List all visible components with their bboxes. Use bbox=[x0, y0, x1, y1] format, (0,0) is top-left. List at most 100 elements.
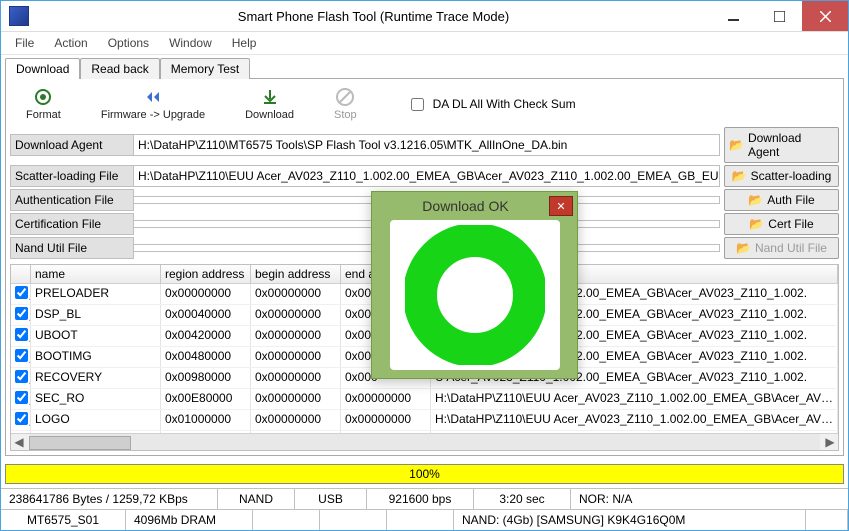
folder-icon: 📂 bbox=[736, 241, 751, 255]
folder-icon: 📂 bbox=[748, 193, 763, 207]
popup-close-button[interactable]: ✕ bbox=[549, 196, 573, 216]
row-checkbox[interactable] bbox=[15, 286, 28, 299]
row-checkbox[interactable] bbox=[15, 391, 28, 404]
row-checkbox[interactable] bbox=[15, 307, 28, 320]
tab-download[interactable]: Download bbox=[5, 58, 80, 79]
auth-label: Authentication File bbox=[10, 189, 134, 211]
maximize-button[interactable] bbox=[756, 1, 802, 31]
menu-help[interactable]: Help bbox=[224, 34, 265, 52]
cell-name: BOOTIMG bbox=[31, 347, 161, 367]
nand-browse-button: 📂Nand Util File bbox=[724, 237, 839, 259]
row-checkbox[interactable] bbox=[15, 412, 28, 425]
cell-name: DSP_BL bbox=[31, 305, 161, 325]
format-icon bbox=[33, 87, 53, 107]
app-window: Smart Phone Flash Tool (Runtime Trace Mo… bbox=[0, 0, 849, 531]
menu-window[interactable]: Window bbox=[161, 34, 220, 52]
table-row[interactable]: LOGO0x010000000x000000000x00000000H:\Dat… bbox=[11, 410, 838, 431]
checksum-input[interactable] bbox=[411, 98, 424, 111]
cell-region: 0x00040000 bbox=[161, 305, 251, 325]
cell-region: 0x00000000 bbox=[161, 284, 251, 304]
scatter-label: Scatter-loading File bbox=[10, 165, 134, 187]
status-chip: MT6575_S01 bbox=[1, 510, 126, 530]
menu-bar: File Action Options Window Help bbox=[1, 32, 848, 55]
cell-region: 0x00480000 bbox=[161, 347, 251, 367]
scroll-thumb[interactable] bbox=[29, 436, 131, 450]
cell-begin: 0x00000000 bbox=[251, 389, 341, 409]
status-nand-detail: NAND: (4Gb) [SAMSUNG] K9K4G16Q0M bbox=[454, 510, 806, 530]
col-region[interactable]: region address bbox=[161, 265, 251, 283]
nand-label: Nand Util File bbox=[10, 237, 134, 259]
download-icon bbox=[260, 87, 280, 107]
popup-title: Download OK bbox=[382, 198, 549, 214]
col-name[interactable]: name bbox=[31, 265, 161, 283]
status-bps: 921600 bps bbox=[367, 489, 474, 509]
upgrade-icon bbox=[143, 87, 163, 107]
menu-action[interactable]: Action bbox=[46, 34, 95, 52]
close-button[interactable] bbox=[802, 1, 848, 31]
scroll-track[interactable] bbox=[29, 434, 820, 450]
cell-begin: 0x00000000 bbox=[251, 410, 341, 430]
scroll-left-icon[interactable]: ◀ bbox=[11, 435, 27, 449]
progress-bar-wrap: 100% bbox=[5, 464, 844, 484]
row-checkbox[interactable] bbox=[15, 349, 28, 362]
progress-bar: 100% bbox=[6, 465, 843, 483]
status-bar-1: 238641786 Bytes / 1259,72 KBps NAND USB … bbox=[1, 488, 848, 509]
success-ring-icon bbox=[390, 220, 560, 370]
cell-begin: 0x00000000 bbox=[251, 368, 341, 388]
row-checkbox[interactable] bbox=[15, 370, 28, 383]
cell-end: 0x00000000 bbox=[341, 389, 431, 409]
folder-icon: 📂 bbox=[729, 138, 744, 152]
scroll-right-icon[interactable]: ▶ bbox=[822, 435, 838, 449]
window-buttons bbox=[710, 1, 848, 31]
cell-region: 0x00980000 bbox=[161, 368, 251, 388]
cell-begin: 0x00000000 bbox=[251, 284, 341, 304]
col-begin[interactable]: begin address bbox=[251, 265, 341, 283]
checksum-checkbox[interactable]: DA DL All With Check Sum bbox=[407, 95, 576, 114]
horizontal-scrollbar[interactable]: ◀ ▶ bbox=[11, 433, 838, 450]
checksum-label: DA DL All With Check Sum bbox=[433, 97, 576, 111]
cert-label: Certification File bbox=[10, 213, 134, 235]
cell-region: 0x00420000 bbox=[161, 326, 251, 346]
download-button[interactable]: Download bbox=[245, 87, 294, 121]
status-usb: USB bbox=[295, 489, 367, 509]
window-title: Smart Phone Flash Tool (Runtime Trace Mo… bbox=[37, 9, 710, 24]
firmware-upgrade-button[interactable]: Firmware -> Upgrade bbox=[101, 87, 205, 121]
format-button[interactable]: Format bbox=[26, 87, 61, 121]
cell-name: PRELOADER bbox=[31, 284, 161, 304]
cell-begin: 0x00000000 bbox=[251, 305, 341, 325]
tab-memory-test[interactable]: Memory Test bbox=[160, 58, 250, 79]
cell-name: SEC_RO bbox=[31, 389, 161, 409]
status-nor: NOR: N/A bbox=[571, 489, 848, 509]
folder-icon: 📂 bbox=[732, 169, 747, 183]
minimize-button[interactable] bbox=[710, 1, 756, 31]
download-agent-browse-button[interactable]: 📂Download Agent bbox=[724, 127, 839, 163]
menu-file[interactable]: File bbox=[7, 34, 42, 52]
menu-options[interactable]: Options bbox=[100, 34, 157, 52]
cell-name: RECOVERY bbox=[31, 368, 161, 388]
cell-name: LOGO bbox=[31, 410, 161, 430]
status-time: 3:20 sec bbox=[474, 489, 571, 509]
tab-bar: Download Read back Memory Test bbox=[1, 55, 848, 78]
download-agent-field[interactable]: H:\DataHP\Z110\MT6575 Tools\SP Flash Too… bbox=[134, 134, 720, 156]
cell-location: H:\DataHP\Z110\EUU Acer_AV023_Z110_1.002… bbox=[431, 389, 838, 409]
cell-region: 0x00E80000 bbox=[161, 389, 251, 409]
cell-region: 0x01000000 bbox=[161, 410, 251, 430]
title-bar: Smart Phone Flash Tool (Runtime Trace Mo… bbox=[1, 1, 848, 32]
tab-readback[interactable]: Read back bbox=[80, 58, 159, 79]
scatter-field[interactable]: H:\DataHP\Z110\EUU Acer_AV023_Z110_1.002… bbox=[134, 165, 720, 187]
cell-location: H:\DataHP\Z110\EUU Acer_AV023_Z110_1.002… bbox=[431, 410, 838, 430]
auth-browse-button[interactable]: 📂Auth File bbox=[724, 189, 839, 211]
table-row[interactable]: SEC_RO0x00E800000x000000000x00000000H:\D… bbox=[11, 389, 838, 410]
download-ok-popup: Download OK ✕ bbox=[371, 191, 578, 379]
cert-browse-button[interactable]: 📂Cert File bbox=[724, 213, 839, 235]
scatter-browse-button[interactable]: 📂Scatter-loading bbox=[724, 165, 839, 187]
status-nand: NAND bbox=[218, 489, 295, 509]
status-bytes: 238641786 Bytes / 1259,72 KBps bbox=[1, 489, 218, 509]
status-dram: 4096Mb DRAM bbox=[126, 510, 253, 530]
status-bar-2: MT6575_S01 4096Mb DRAM NAND: (4Gb) [SAMS… bbox=[1, 509, 848, 530]
stop-button[interactable]: Stop bbox=[334, 87, 357, 121]
toolbar: Format Firmware -> Upgrade Download Stop… bbox=[10, 83, 839, 125]
row-checkbox[interactable] bbox=[15, 328, 28, 341]
cell-begin: 0x00000000 bbox=[251, 326, 341, 346]
stop-icon bbox=[335, 87, 355, 107]
